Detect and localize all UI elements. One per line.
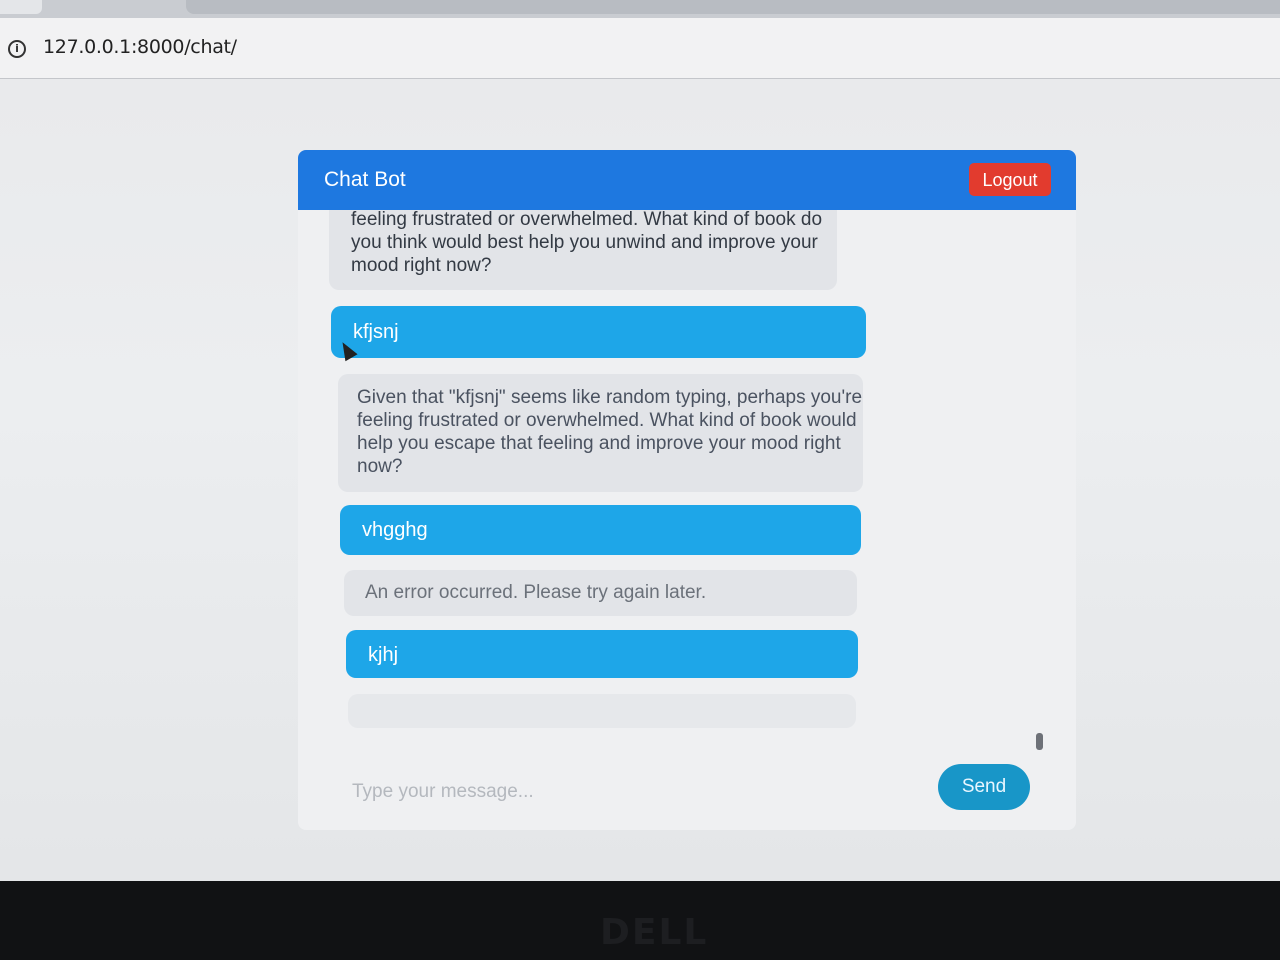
- message-input[interactable]: [350, 776, 914, 808]
- logout-button[interactable]: Logout: [969, 163, 1051, 196]
- bot-message-placeholder: [348, 694, 856, 728]
- bot-message: feeling frustrated or overwhelmed. What …: [329, 210, 837, 290]
- send-button[interactable]: Send: [938, 764, 1030, 810]
- bot-message: An error occurred. Please try again late…: [344, 570, 857, 616]
- message-list[interactable]: feeling frustrated or overwhelmed. What …: [298, 210, 1076, 730]
- url-text[interactable]: 127.0.0.1:8000/chat/: [43, 36, 237, 58]
- info-icon[interactable]: i: [8, 40, 26, 58]
- user-message: vhgghg: [340, 505, 861, 555]
- message-composer: Send: [298, 750, 1076, 830]
- chat-header: Chat Bot Logout: [298, 150, 1076, 210]
- scrollbar-thumb[interactable]: [1036, 733, 1043, 750]
- user-message: kjhj: [346, 630, 858, 678]
- browser-tab[interactable]: [0, 0, 42, 14]
- browser-tab-strip: [0, 0, 1280, 18]
- brand-logo: DELL: [600, 912, 709, 953]
- browser-tab-active[interactable]: [186, 0, 1280, 14]
- user-message: kfjsnj: [331, 306, 866, 358]
- bot-message: Given that "kfjsnj" seems like random ty…: [338, 374, 863, 492]
- chat-title: Chat Bot: [324, 168, 406, 191]
